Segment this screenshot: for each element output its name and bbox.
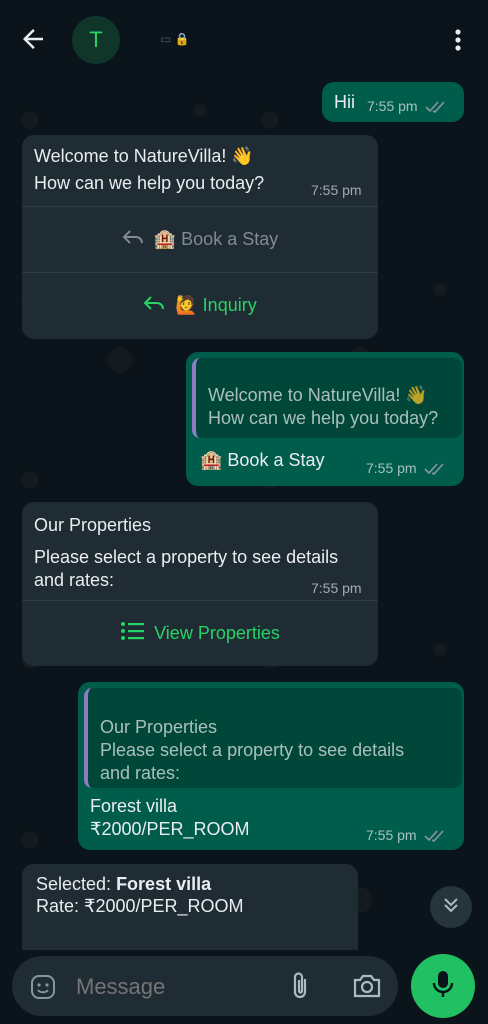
quoted-text-line2: and rates: — [100, 763, 181, 783]
chevron-double-down-icon — [441, 895, 461, 920]
mic-icon — [432, 969, 454, 1004]
message-text: Hii — [334, 92, 355, 112]
message-text-line2: How can we help you today? — [34, 173, 265, 193]
message-outgoing[interactable]: Hii 7:55 pm — [322, 82, 464, 122]
camera-icon[interactable] — [352, 972, 382, 1005]
message-text-line2: ₹2000/PER_ROOM — [90, 819, 250, 839]
emoji-icon[interactable] — [29, 973, 57, 1006]
quoted-message[interactable]: Welcome to NatureVilla! 👋 How can we hel… — [192, 358, 462, 438]
message-text-line1: Please select a property to see details — [34, 547, 339, 567]
message-outgoing[interactable]: Welcome to NatureVilla! 👋 How can we hel… — [186, 352, 464, 486]
attach-icon[interactable] — [288, 971, 314, 1006]
message-time: 7:55 pm — [311, 182, 362, 198]
read-ticks-icon — [424, 462, 446, 479]
scroll-to-bottom-button[interactable] — [430, 886, 472, 928]
message-title: Our Properties — [34, 515, 152, 535]
read-ticks-icon — [425, 100, 447, 117]
message-time: 7:55 pm — [366, 460, 446, 479]
back-arrow-icon[interactable] — [18, 24, 48, 54]
quoted-text-line2: How can we help you today? — [208, 408, 439, 428]
selected-value: Forest villa — [116, 874, 212, 894]
list-icon — [120, 621, 145, 646]
message-text-line2: and rates: — [34, 570, 115, 590]
message-text: 🏨 Book a Stay — [200, 450, 325, 470]
message-composer — [12, 956, 398, 1016]
message-incoming[interactable]: Selected: Forest villa Rate: ₹2000/PER_R… — [22, 864, 358, 950]
message-input[interactable] — [74, 970, 278, 1004]
message-incoming[interactable]: Welcome to NatureVilla! 👋 How can we hel… — [22, 135, 378, 339]
book-a-stay-label: 🏨 Book a Stay — [153, 228, 279, 249]
book-a-stay-button[interactable]: 🏨 Book a Stay — [22, 207, 378, 271]
quoted-text-line1: Please select a property to see details — [100, 740, 405, 760]
voice-message-button[interactable] — [411, 954, 475, 1018]
message-time: 7:55 pm — [366, 827, 446, 846]
message-outgoing[interactable]: Our Properties Please select a property … — [78, 682, 464, 850]
message-text-line1: Forest villa — [90, 796, 178, 816]
inquiry-label: 🙋 Inquiry — [175, 294, 257, 315]
rate-line: Rate: ₹2000/PER_ROOM — [36, 896, 244, 916]
message-text-line1: Welcome to NatureVilla! 👋 — [34, 146, 254, 166]
quoted-text-line1: Welcome to NatureVilla! 👋 — [208, 385, 428, 405]
chat-area[interactable]: Hii 7:55 pm Welcome to NatureVilla! 👋 Ho… — [0, 80, 488, 950]
reply-icon — [143, 294, 165, 317]
message-time: 7:55 pm — [367, 98, 447, 117]
quoted-message[interactable]: Our Properties Please select a property … — [84, 688, 462, 788]
avatar[interactable]: T — [72, 16, 120, 64]
selected-label: Selected: — [36, 874, 117, 894]
view-properties-label: View Properties — [154, 622, 280, 643]
message-incoming[interactable]: Our Properties Please select a property … — [22, 502, 378, 666]
chat-header: T ▭ 🔒 — [0, 0, 488, 80]
selected-line: Selected: Forest villa — [36, 873, 211, 896]
status-icons: ▭ 🔒 — [160, 32, 190, 46]
avatar-letter: T — [89, 27, 103, 52]
message-time: 7:55 pm — [311, 580, 362, 596]
reply-icon — [122, 228, 144, 251]
read-ticks-icon — [424, 829, 446, 846]
view-properties-button[interactable]: View Properties — [22, 601, 378, 665]
kebab-menu-icon[interactable] — [448, 26, 468, 54]
inquiry-button[interactable]: 🙋 Inquiry — [22, 273, 378, 337]
quoted-title: Our Properties — [100, 717, 218, 737]
